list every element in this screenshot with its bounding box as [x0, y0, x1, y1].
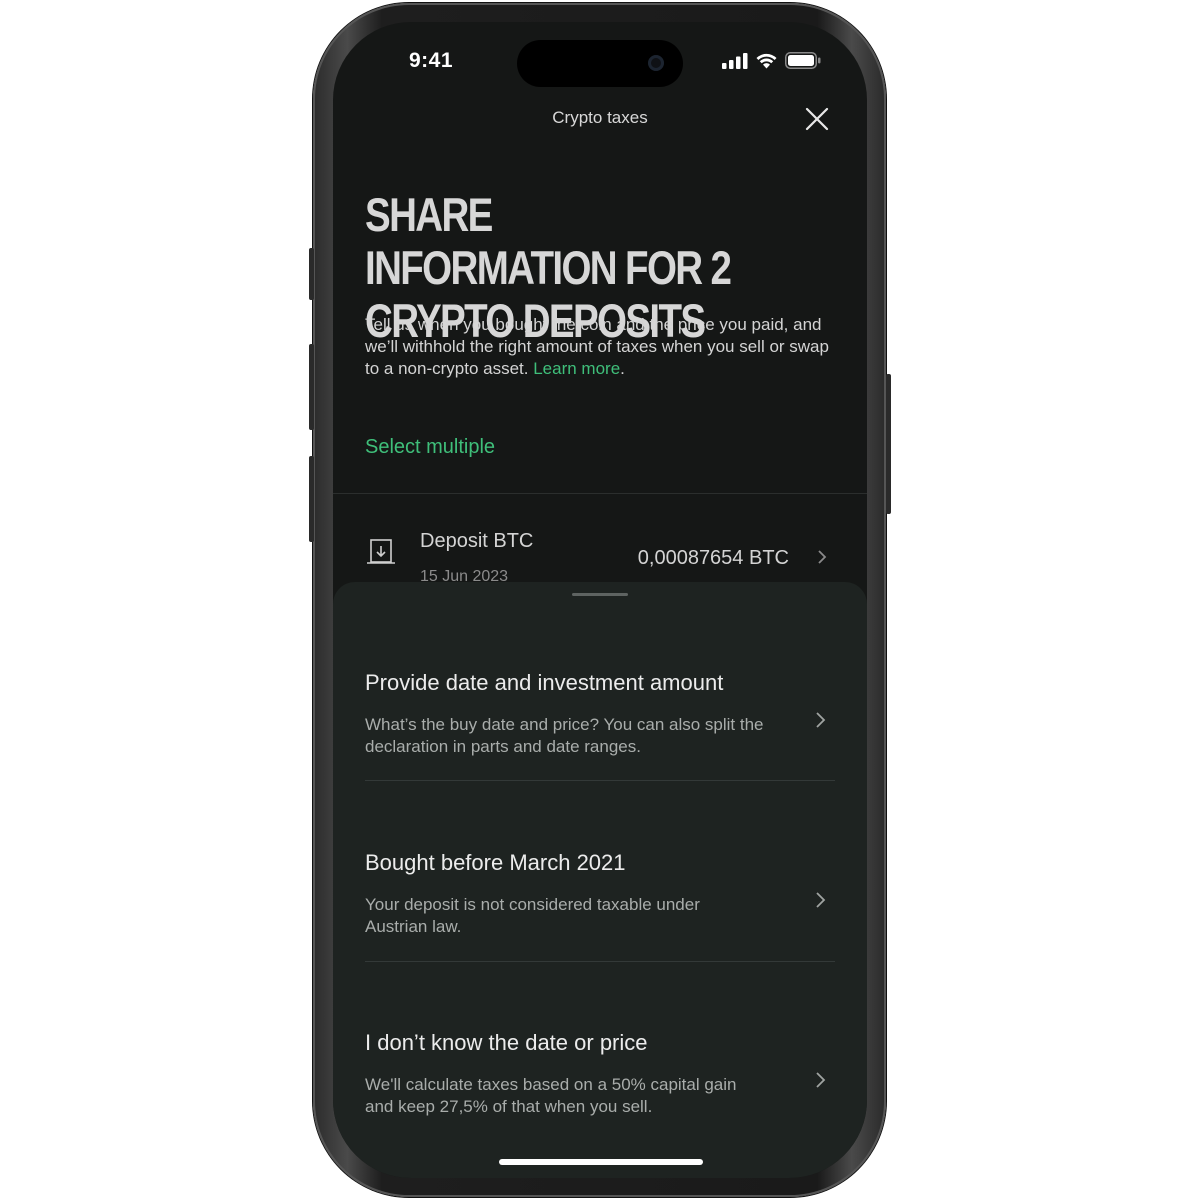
option-description: Your deposit is not considered taxable u… — [365, 895, 700, 936]
volume-down-button — [309, 456, 314, 542]
intro-text: Tell us when you bought the coin and the… — [365, 314, 835, 380]
option-title: Provide date and investment amount — [365, 670, 724, 695]
deposit-amount: 0,00087654 BTC — [637, 547, 789, 569]
option-title: I don’t know the date or price — [365, 1030, 648, 1055]
select-multiple-button[interactable]: Select multiple — [365, 436, 495, 459]
option-provide-date[interactable]: Provide date and investment amount What’… — [365, 670, 835, 850]
option-divider — [365, 961, 835, 962]
option-bought-before-2021[interactable]: Bought before March 2021 Your deposit is… — [365, 850, 835, 1030]
chevron-right-icon — [816, 1072, 826, 1088]
intro-trailing: . — [620, 359, 625, 378]
option-divider — [365, 780, 835, 781]
option-title: Bought before March 2021 — [365, 850, 626, 875]
close-icon — [805, 107, 829, 131]
close-button[interactable] — [803, 105, 831, 133]
volume-up-button — [309, 344, 314, 430]
learn-more-link[interactable]: Learn more — [533, 359, 620, 378]
cellular-signal-icon — [722, 52, 748, 69]
option-description: What’s the buy date and price? You can a… — [365, 715, 764, 756]
chevron-right-icon — [816, 892, 826, 908]
wifi-icon — [756, 53, 777, 69]
power-button — [886, 374, 891, 514]
status-icons — [722, 52, 821, 69]
deposit-icon — [367, 539, 395, 564]
bottom-sheet: Provide date and investment amount What’… — [333, 582, 867, 1178]
status-time: 9:41 — [409, 49, 454, 72]
front-camera — [648, 55, 664, 71]
home-indicator[interactable] — [499, 1159, 703, 1165]
nav-title: Crypto taxes — [552, 108, 648, 127]
deposit-name: Deposit BTC — [420, 530, 534, 552]
stage: 9:41 Crypto taxes SHARE INFORMATION FOR … — [0, 0, 1200, 1200]
sheet-drag-handle[interactable] — [572, 593, 628, 596]
chevron-right-icon — [816, 712, 826, 728]
phone-screen: 9:41 Crypto taxes SHARE INFORMATION FOR … — [333, 22, 867, 1178]
option-dont-know[interactable]: I don’t know the date or price We'll cal… — [365, 1030, 835, 1178]
option-description: We'll calculate taxes based on a 50% cap… — [365, 1075, 737, 1116]
battery-icon — [785, 52, 821, 69]
action-button — [309, 248, 314, 300]
divider — [333, 493, 867, 494]
chevron-right-icon — [818, 550, 827, 564]
